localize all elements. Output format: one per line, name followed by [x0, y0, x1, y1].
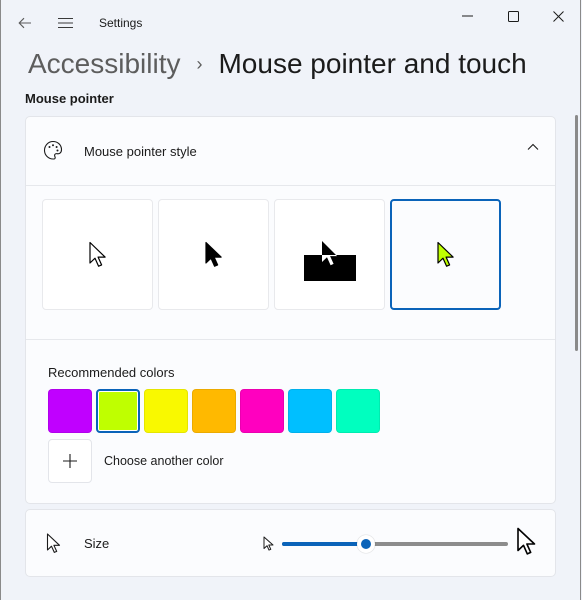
- color-swatch[interactable]: [192, 389, 236, 433]
- pointer-style-black[interactable]: [158, 199, 269, 310]
- maximize-button[interactable]: [498, 4, 528, 28]
- page-title: Mouse pointer and touch: [218, 48, 527, 79]
- black-pointer-icon: [204, 241, 222, 267]
- section-heading-mouse-pointer: Mouse pointer: [25, 91, 114, 106]
- title-bar: Settings: [0, 0, 582, 44]
- window-border: [580, 0, 581, 600]
- choose-another-color-label[interactable]: Choose another color: [104, 454, 224, 468]
- back-arrow-icon: [18, 17, 31, 29]
- pointer-style-white[interactable]: [42, 199, 153, 310]
- slider-track-fill: [282, 542, 366, 546]
- vertical-scrollbar[interactable]: [575, 115, 578, 351]
- size-label: Size: [84, 536, 110, 551]
- minimize-button[interactable]: [452, 4, 482, 28]
- breadcrumb-accessibility-link[interactable]: Accessibility: [28, 48, 180, 80]
- small-pointer-icon: [263, 536, 274, 551]
- breadcrumb: Accessibility › Mouse pointer and touch: [28, 44, 527, 84]
- chevron-up-icon[interactable]: [527, 143, 539, 151]
- close-button[interactable]: [543, 4, 573, 28]
- color-swatch[interactable]: [288, 389, 332, 433]
- recommended-colors-label: Recommended colors: [48, 365, 175, 380]
- palette-icon: [43, 140, 63, 160]
- inverted-pointer-icon: [303, 240, 356, 281]
- divider: [26, 339, 555, 340]
- mouse-pointer-style-card: Mouse pointer style Recommended colors C…: [25, 116, 556, 504]
- color-swatch[interactable]: [336, 389, 380, 433]
- mouse-pointer-style-label: Mouse pointer style: [84, 144, 197, 159]
- maximize-icon: [507, 10, 519, 22]
- recommended-colors: [48, 389, 380, 433]
- window-border: [0, 0, 1, 600]
- navigation-menu-button[interactable]: [52, 10, 78, 36]
- app-title: Settings: [99, 16, 143, 30]
- pointer-style-custom[interactable]: [390, 199, 501, 310]
- color-swatch[interactable]: [144, 389, 188, 433]
- custom-color-pointer-icon: [436, 241, 454, 267]
- pointer-style-inverted[interactable]: [274, 199, 385, 310]
- hamburger-menu-icon: [57, 17, 73, 29]
- minimize-icon: [461, 15, 473, 17]
- choose-another-color-button[interactable]: [48, 439, 92, 483]
- pointer-size-icon: [46, 533, 61, 553]
- pointer-size-slider[interactable]: [282, 535, 508, 553]
- color-swatch[interactable]: [48, 389, 92, 433]
- pointer-size-card: Size: [25, 509, 556, 577]
- slider-thumb[interactable]: [356, 535, 375, 553]
- large-pointer-icon: [517, 527, 536, 555]
- back-button[interactable]: [12, 10, 38, 36]
- close-icon: [552, 10, 564, 22]
- pointer-style-options: [42, 199, 501, 310]
- breadcrumb-separator-icon: ›: [196, 53, 203, 74]
- color-swatch[interactable]: [96, 389, 140, 433]
- color-swatch[interactable]: [240, 389, 284, 433]
- white-pointer-icon: [88, 241, 106, 267]
- plus-icon: [63, 454, 77, 468]
- mouse-pointer-style-header[interactable]: Mouse pointer style: [26, 117, 555, 186]
